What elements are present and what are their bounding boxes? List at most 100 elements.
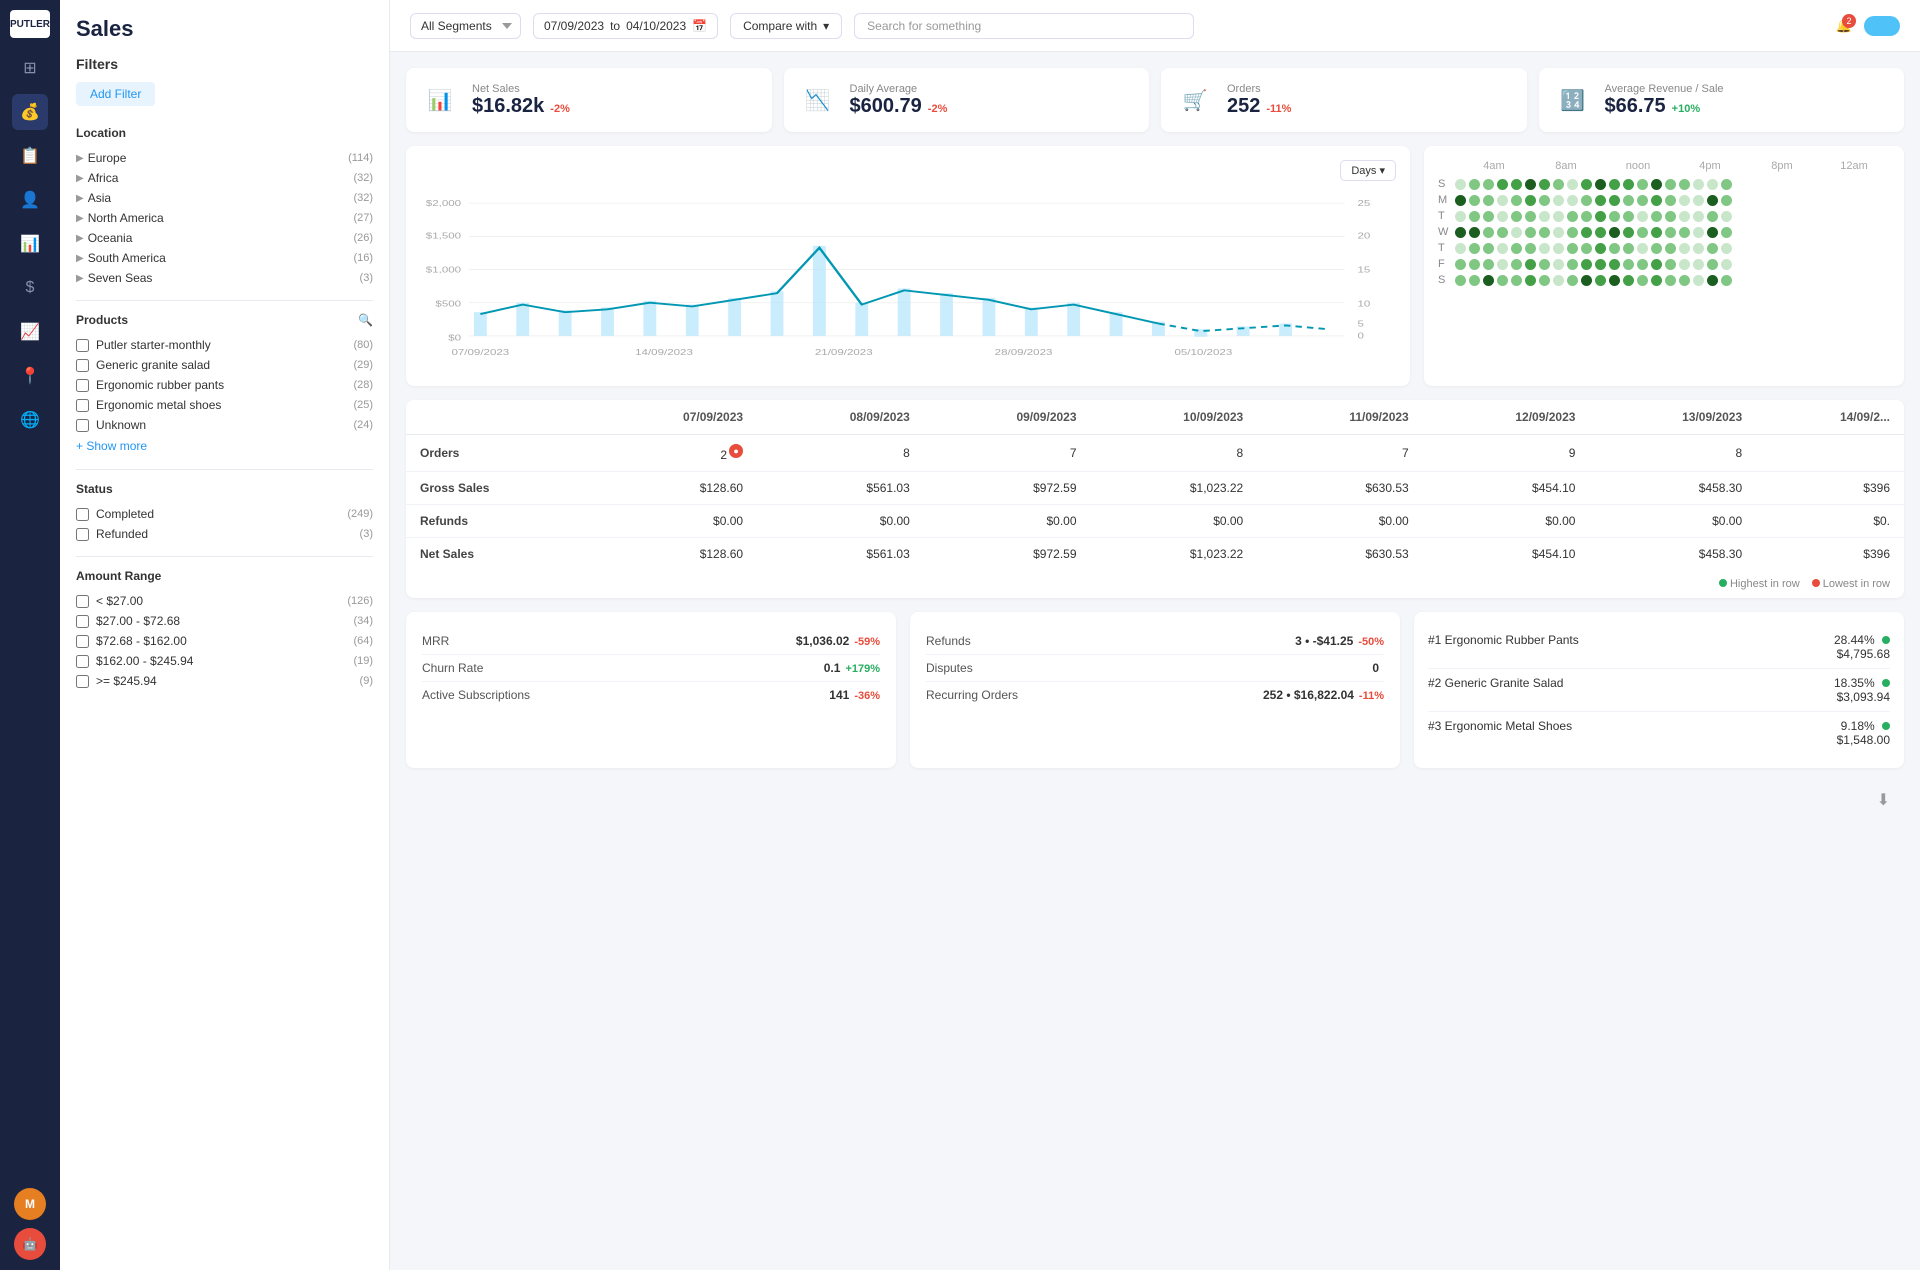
heatmap-dot <box>1665 243 1676 254</box>
heatmap-dot <box>1595 211 1606 222</box>
svg-text:28/09/2023: 28/09/2023 <box>995 348 1053 357</box>
heatmap-dot <box>1525 275 1536 286</box>
status-filter-item[interactable]: Completed(249) <box>76 504 373 524</box>
heatmap-dot <box>1497 179 1508 190</box>
table-cell: $0.00 <box>757 505 924 538</box>
table-body: Orders2●878798Gross Sales$128.60$561.03$… <box>406 435 1904 571</box>
table-column-header: 13/09/2023 <box>1589 400 1756 435</box>
heatmap-dot <box>1539 243 1550 254</box>
show-more-button[interactable]: + Show more <box>76 435 373 457</box>
products-search-icon[interactable]: 🔍 <box>358 313 373 327</box>
heatmap-dot <box>1469 179 1480 190</box>
amount-filter-item[interactable]: $162.00 - $245.94(19) <box>76 651 373 671</box>
heatmap-dot <box>1581 259 1592 270</box>
table-cell: $458.30 <box>1589 472 1756 505</box>
topbar: All Segments 07/09/2023 to 04/10/2023 📅 … <box>390 0 1920 52</box>
heatmap-dot <box>1651 195 1662 206</box>
add-filter-button[interactable]: Add Filter <box>76 82 155 106</box>
date-range[interactable]: 07/09/2023 to 04/10/2023 📅 <box>533 13 718 39</box>
heatmap-dot <box>1455 259 1466 270</box>
product-filter-item[interactable]: Putler starter-monthly(80) <box>76 335 373 355</box>
heatmap-dot <box>1665 227 1676 238</box>
heatmap-dot <box>1511 259 1522 270</box>
table-cell: $454.10 <box>1423 538 1590 571</box>
product-filter-item[interactable]: Ergonomic metal shoes(25) <box>76 395 373 415</box>
product-filter-item[interactable]: Generic granite salad(29) <box>76 355 373 375</box>
heatmap-dot <box>1623 227 1634 238</box>
location-item[interactable]: ▶Africa(32) <box>76 168 373 188</box>
location-item[interactable]: ▶Seven Seas(3) <box>76 268 373 288</box>
heatmap-dot <box>1497 275 1508 286</box>
product-filter-item[interactable]: Ergonomic rubber pants(28) <box>76 375 373 395</box>
compare-button[interactable]: Compare with ▾ <box>730 13 842 39</box>
nav-icon-trends[interactable]: 📈 <box>12 314 48 350</box>
heatmap-dot <box>1483 195 1494 206</box>
location-item[interactable]: ▶South America(16) <box>76 248 373 268</box>
compare-label: Compare with <box>743 19 817 33</box>
heatmap-dot <box>1721 195 1732 206</box>
status-filter-item[interactable]: Refunded(3) <box>76 524 373 544</box>
heatmap-row: W <box>1438 226 1890 238</box>
amount-filter-item[interactable]: $27.00 - $72.68(34) <box>76 611 373 631</box>
heatmap-time-4pm: 4pm <box>1674 160 1746 172</box>
amount-section-title: Amount Range <box>76 569 373 583</box>
location-item[interactable]: ▶Europe(114) <box>76 148 373 168</box>
heatmap-dot <box>1525 179 1536 190</box>
svg-text:14/09/2023: 14/09/2023 <box>635 348 693 357</box>
days-button[interactable]: Days ▾ <box>1340 160 1396 181</box>
heatmap-dot <box>1567 259 1578 270</box>
user-avatar-m[interactable]: M <box>14 1188 46 1220</box>
amount-filter-item[interactable]: < $27.00(126) <box>76 591 373 611</box>
table-cell: $1,023.22 <box>1091 472 1258 505</box>
heatmap-dot <box>1609 275 1620 286</box>
table-column-header: 09/09/2023 <box>924 400 1091 435</box>
download-icon[interactable]: ⬇ <box>406 782 1904 818</box>
table-column-header: 14/09/2... <box>1756 400 1904 435</box>
stat-row: Recurring Orders252 • $16,822.04-11% <box>926 682 1384 708</box>
sales-table: 07/09/202308/09/202309/09/202310/09/2023… <box>406 400 1904 570</box>
heatmap-dot <box>1609 179 1620 190</box>
heatmap-dot <box>1469 243 1480 254</box>
heatmap-dot <box>1595 275 1606 286</box>
search-input[interactable]: Search for something <box>854 13 1194 39</box>
nav-icon-revenue[interactable]: $ <box>12 270 48 306</box>
location-list: ▶Europe(114)▶Africa(32)▶Asia(32)▶North A… <box>76 148 373 288</box>
nav-icon-customers[interactable]: 👤 <box>12 182 48 218</box>
arrow-icon: ▶ <box>76 213 84 224</box>
stat-badge: -50% <box>1358 636 1384 648</box>
heatmap-dot <box>1553 195 1564 206</box>
heatmap-day-label: W <box>1438 226 1452 238</box>
location-item[interactable]: ▶North America(27) <box>76 208 373 228</box>
heatmap-dot <box>1511 227 1522 238</box>
nav-icon-dashboard[interactable]: ⊞ <box>12 50 48 86</box>
heatmap-dot <box>1637 195 1648 206</box>
notification-bell[interactable]: 🔔 2 <box>1836 18 1852 34</box>
segment-select[interactable]: All Segments <box>410 13 521 39</box>
kpi-badge: -11% <box>1266 103 1291 115</box>
user-avatar-emoji[interactable]: 🤖 <box>14 1228 46 1260</box>
amount-filter-item[interactable]: >= $245.94(9) <box>76 671 373 691</box>
theme-toggle[interactable] <box>1864 16 1900 36</box>
stat-badge: -59% <box>854 636 880 648</box>
nav-icon-orders[interactable]: 📋 <box>12 138 48 174</box>
status-list: Completed(249)Refunded(3) <box>76 504 373 544</box>
product-filter-item[interactable]: Unknown(24) <box>76 415 373 435</box>
legend-lowest: Lowest in row <box>1812 578 1890 590</box>
nav-icon-globe[interactable]: 🌐 <box>12 402 48 438</box>
amount-filter-item[interactable]: $72.68 - $162.00(64) <box>76 631 373 651</box>
nav-icon-reports[interactable]: 📊 <box>12 226 48 262</box>
table-cell <box>1756 435 1904 472</box>
heatmap-dot <box>1553 275 1564 286</box>
heatmap-dot <box>1511 179 1522 190</box>
location-item[interactable]: ▶Asia(32) <box>76 188 373 208</box>
kpi-card: 📉 Daily Average $600.79-2% <box>784 68 1150 132</box>
table-row: Gross Sales$128.60$561.03$972.59$1,023.2… <box>406 472 1904 505</box>
heatmap-dot <box>1581 179 1592 190</box>
heatmap-dot <box>1721 179 1732 190</box>
kpi-card: 🔢 Average Revenue / Sale $66.75+10% <box>1539 68 1905 132</box>
table-row-label: Orders <box>406 435 590 472</box>
nav-icon-location[interactable]: 📍 <box>12 358 48 394</box>
location-item[interactable]: ▶Oceania(26) <box>76 228 373 248</box>
nav-icon-sales[interactable]: 💰 <box>12 94 48 130</box>
heatmap-dot <box>1539 259 1550 270</box>
